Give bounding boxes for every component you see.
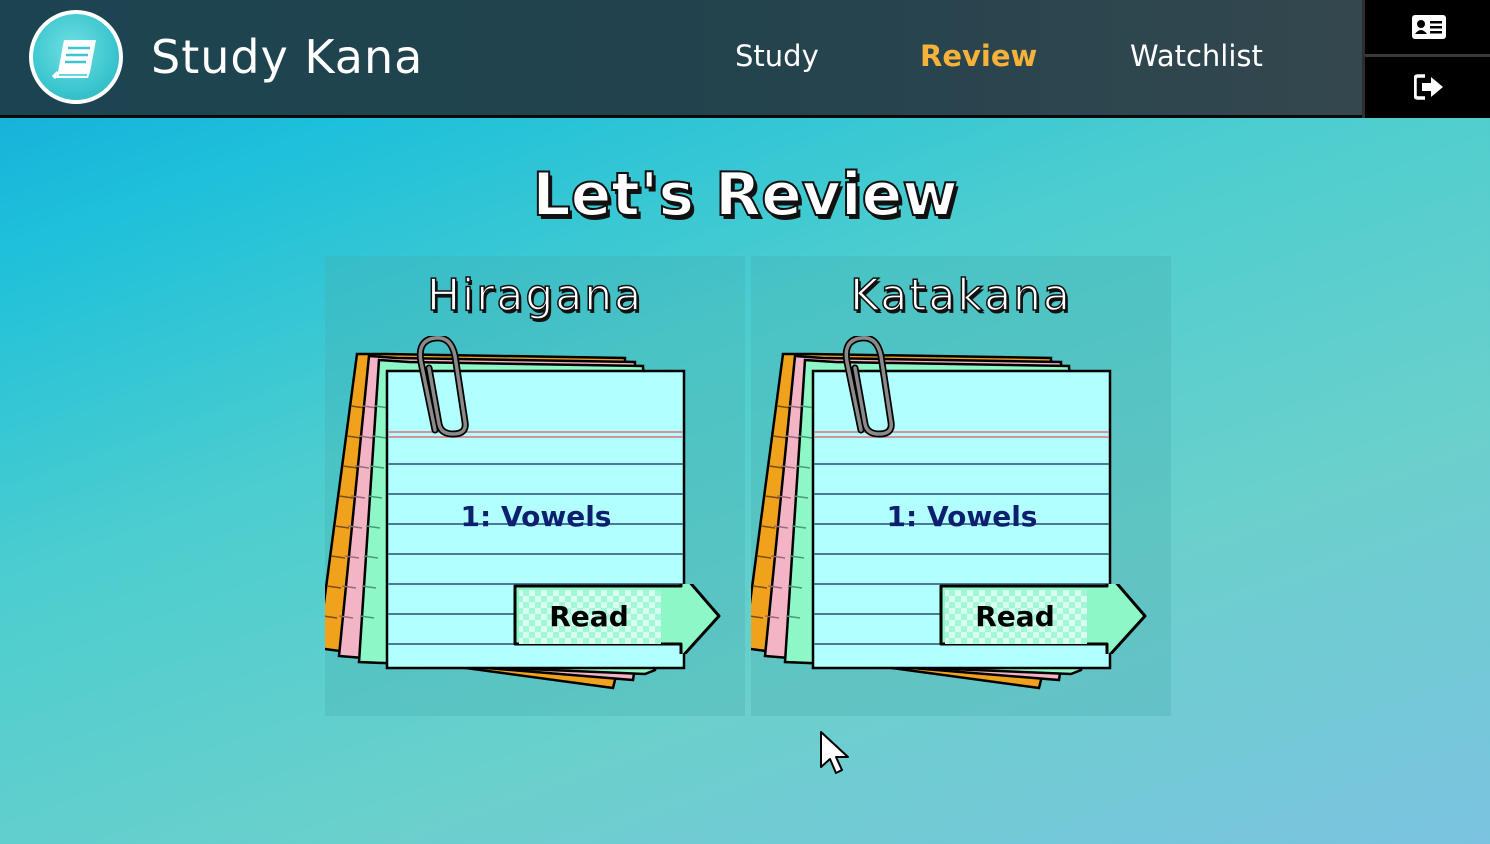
profile-button[interactable] — [1365, 0, 1490, 57]
mouse-cursor-icon — [820, 731, 849, 774]
read-button-label: Read — [549, 600, 629, 633]
deck-panel-hiragana: Hiragana 1: Vowels Read — [325, 256, 745, 716]
logout-button[interactable] — [1365, 58, 1490, 115]
app-title: Study Kana — [151, 30, 424, 84]
top-bar: Study Kana Study Review Watchlist — [0, 0, 1490, 118]
deck-card-label: 1: Vowels — [886, 500, 1038, 533]
page-title: Let's Review — [531, 159, 958, 231]
logout-icon — [1414, 73, 1443, 100]
deck-card-label: 1: Vowels — [460, 500, 612, 533]
read-button[interactable]: Read — [937, 570, 1149, 660]
nav-watchlist[interactable]: Watchlist — [1130, 36, 1263, 76]
deck-title: Katakana — [849, 269, 1072, 322]
profile-card-icon — [1412, 15, 1446, 39]
book-icon — [51, 40, 96, 80]
nav-review[interactable]: Review — [920, 36, 1037, 76]
deck-panel-katakana: Katakana 1: Vowels Read — [751, 256, 1171, 716]
read-button[interactable]: Read — [511, 570, 723, 660]
deck-title: Hiragana — [426, 269, 644, 322]
side-button-group — [1362, 0, 1490, 118]
nav-study[interactable]: Study — [735, 36, 819, 76]
read-button-label: Read — [975, 600, 1055, 633]
app-logo[interactable] — [29, 10, 123, 104]
